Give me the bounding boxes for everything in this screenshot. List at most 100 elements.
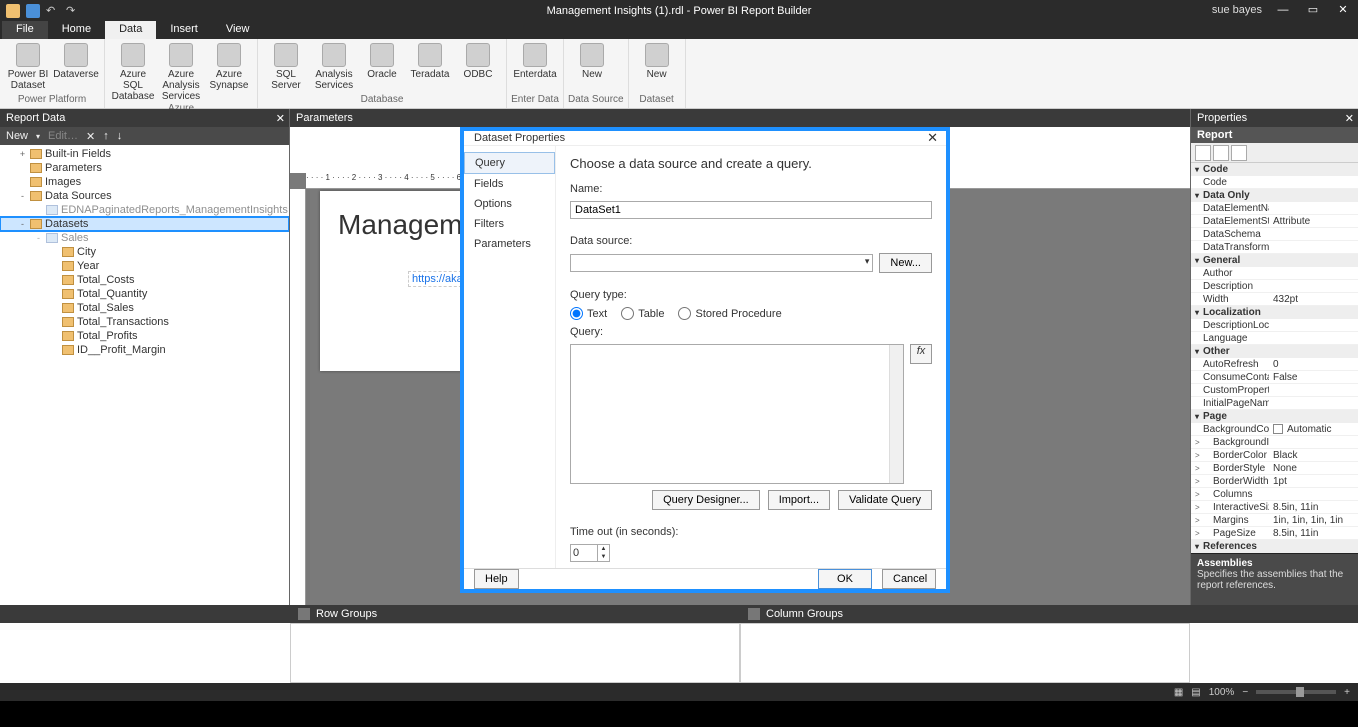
datasource-combo[interactable]: ▾ [570, 254, 873, 272]
prop-dataelementnam[interactable]: DataElementNam [1191, 202, 1358, 215]
tree-total-quantity[interactable]: Total_Quantity [0, 287, 289, 301]
ok-button[interactable]: OK [818, 569, 872, 589]
ribbon-teradata[interactable]: Teradata [406, 41, 454, 93]
tab-insert[interactable]: Insert [156, 21, 212, 39]
ribbon-new[interactable]: New [568, 41, 616, 93]
ribbon-azure-sql-database[interactable]: Azure SQLDatabase [109, 41, 157, 102]
dlg-nav-options[interactable]: Options [464, 194, 555, 214]
ribbon-oracle[interactable]: Oracle [358, 41, 406, 93]
ribbon-odbc[interactable]: ODBC [454, 41, 502, 93]
prop-descriptionlocid[interactable]: DescriptionLocID [1191, 319, 1358, 332]
prop-margins[interactable]: >Margins1in, 1in, 1in, 1in [1191, 514, 1358, 527]
prop-backgroundimag[interactable]: >BackgroundImag [1191, 436, 1358, 449]
zoom-in[interactable]: + [1344, 687, 1350, 698]
import-button[interactable]: Import... [768, 490, 830, 510]
row-groups-area[interactable] [290, 623, 740, 683]
prop-width[interactable]: Width432pt [1191, 293, 1358, 306]
prop-borderwidth[interactable]: >BorderWidth1pt [1191, 475, 1358, 488]
prop-cat-page[interactable]: ▾Page [1191, 410, 1358, 423]
prop-author[interactable]: Author [1191, 267, 1358, 280]
zoom-out[interactable]: − [1242, 687, 1248, 698]
cancel-button[interactable]: Cancel [882, 569, 936, 589]
dlg-nav-filters[interactable]: Filters [464, 214, 555, 234]
tree-city[interactable]: City [0, 245, 289, 259]
prop-dataschema[interactable]: DataSchema [1191, 228, 1358, 241]
dlg-nav-query[interactable]: Query [464, 152, 555, 174]
tree-images[interactable]: Images [0, 175, 289, 189]
tree-total-transactions[interactable]: Total_Transactions [0, 315, 289, 329]
prop-cat-references[interactable]: ▾References [1191, 540, 1358, 553]
tree-total-profits[interactable]: Total_Profits [0, 329, 289, 343]
props-alpha-icon[interactable] [1213, 145, 1229, 161]
ribbon-azure-synapse[interactable]: AzureSynapse [205, 41, 253, 102]
prop-language[interactable]: Language [1191, 332, 1358, 345]
prop-cat-data-only[interactable]: ▾Data Only [1191, 189, 1358, 202]
tree-sales[interactable]: -Sales [0, 231, 289, 245]
save-icon[interactable] [26, 4, 40, 18]
qtype-sp[interactable]: Stored Procedure [678, 307, 781, 320]
prop-columns[interactable]: >Columns [1191, 488, 1358, 501]
prop-description[interactable]: Description [1191, 280, 1358, 293]
prop-dataelementstyle[interactable]: DataElementStyleAttribute [1191, 215, 1358, 228]
zoom-slider[interactable] [1256, 690, 1336, 694]
prop-cat-general[interactable]: ▾General [1191, 254, 1358, 267]
prop-pagesize[interactable]: >PageSize8.5in, 11in [1191, 527, 1358, 540]
prop-initialpagename[interactable]: InitialPageName [1191, 397, 1358, 410]
query-textarea[interactable] [570, 344, 904, 484]
minimize-button[interactable]: — [1268, 0, 1298, 21]
qtype-text[interactable]: Text [570, 307, 607, 320]
view-icon-1[interactable]: ▦ [1174, 687, 1183, 698]
validate-query-button[interactable]: Validate Query [838, 490, 932, 510]
maximize-button[interactable]: ▭ [1298, 0, 1328, 21]
tree-id-profit-margin[interactable]: ID__Profit_Margin [0, 343, 289, 357]
ribbon-power-bi-dataset[interactable]: Power BIDataset [4, 41, 52, 93]
tree-data-sources[interactable]: -Data Sources [0, 189, 289, 203]
prop-cat-localization[interactable]: ▾Localization [1191, 306, 1358, 319]
dialog-close-icon[interactable]: ✕ [927, 130, 938, 146]
timeout-spinner[interactable]: 0 ▲▼ [570, 544, 610, 562]
dlg-nav-parameters[interactable]: Parameters [464, 234, 555, 254]
move-down-icon[interactable]: ↓ [117, 130, 123, 142]
props-close-icon[interactable]: ✕ [1345, 112, 1354, 125]
undo-icon[interactable]: ↶ [46, 4, 60, 18]
ribbon-azure-analysis-services[interactable]: Azure AnalysisServices [157, 41, 205, 102]
ribbon-dataverse[interactable]: Dataverse [52, 41, 100, 93]
ribbon-sql-server[interactable]: SQLServer [262, 41, 310, 93]
close-button[interactable]: ✕ [1328, 0, 1358, 21]
tab-file[interactable]: File [2, 21, 48, 39]
tree-year[interactable]: Year [0, 259, 289, 273]
panel-close-icon[interactable]: ✕ [276, 112, 285, 125]
fx-button[interactable]: fx [910, 344, 932, 364]
prop-datatransform[interactable]: DataTransform [1191, 241, 1358, 254]
tab-view[interactable]: View [212, 21, 264, 39]
prop-backgroundcolor[interactable]: BackgroundColorAutomatic [1191, 423, 1358, 436]
query-designer-button[interactable]: Query Designer... [652, 490, 760, 510]
prop-code[interactable]: Code [1191, 176, 1358, 189]
report-link[interactable]: https://aka [408, 271, 467, 287]
dlg-nav-fields[interactable]: Fields [464, 174, 555, 194]
tree-datasets[interactable]: -Datasets [0, 217, 289, 231]
scrollbar[interactable] [889, 345, 903, 483]
tree-ednapaginatedreports-managementinsights[interactable]: EDNAPaginatedReports_ManagementInsights [0, 203, 289, 217]
view-icon-2[interactable]: ▤ [1191, 687, 1200, 698]
ribbon-new[interactable]: New [633, 41, 681, 93]
prop-cat-other[interactable]: ▾Other [1191, 345, 1358, 358]
help-button[interactable]: Help [474, 569, 519, 589]
tab-home[interactable]: Home [48, 21, 105, 39]
report-data-tree[interactable]: +Built-in FieldsParametersImages-Data So… [0, 145, 289, 605]
tree-parameters[interactable]: Parameters [0, 161, 289, 175]
redo-icon[interactable]: ↷ [66, 4, 80, 18]
prop-autorefresh[interactable]: AutoRefresh0 [1191, 358, 1358, 371]
tab-data[interactable]: Data [105, 21, 156, 39]
tree-total-costs[interactable]: Total_Costs [0, 273, 289, 287]
tree-built-in-fields[interactable]: +Built-in Fields [0, 147, 289, 161]
props-pages-icon[interactable] [1231, 145, 1247, 161]
prop-bordercolor[interactable]: >BorderColorBlack [1191, 449, 1358, 462]
ribbon-enterdata[interactable]: Enterdata [511, 41, 559, 93]
prop-cat-code[interactable]: ▾Code [1191, 163, 1358, 176]
rd-new[interactable]: New [6, 130, 28, 142]
ribbon-analysis-services[interactable]: AnalysisServices [310, 41, 358, 93]
prop-custompropertie:[interactable]: CustomPropertie: [1191, 384, 1358, 397]
new-datasource-button[interactable]: New... [879, 253, 932, 273]
qtype-table[interactable]: Table [621, 307, 664, 320]
